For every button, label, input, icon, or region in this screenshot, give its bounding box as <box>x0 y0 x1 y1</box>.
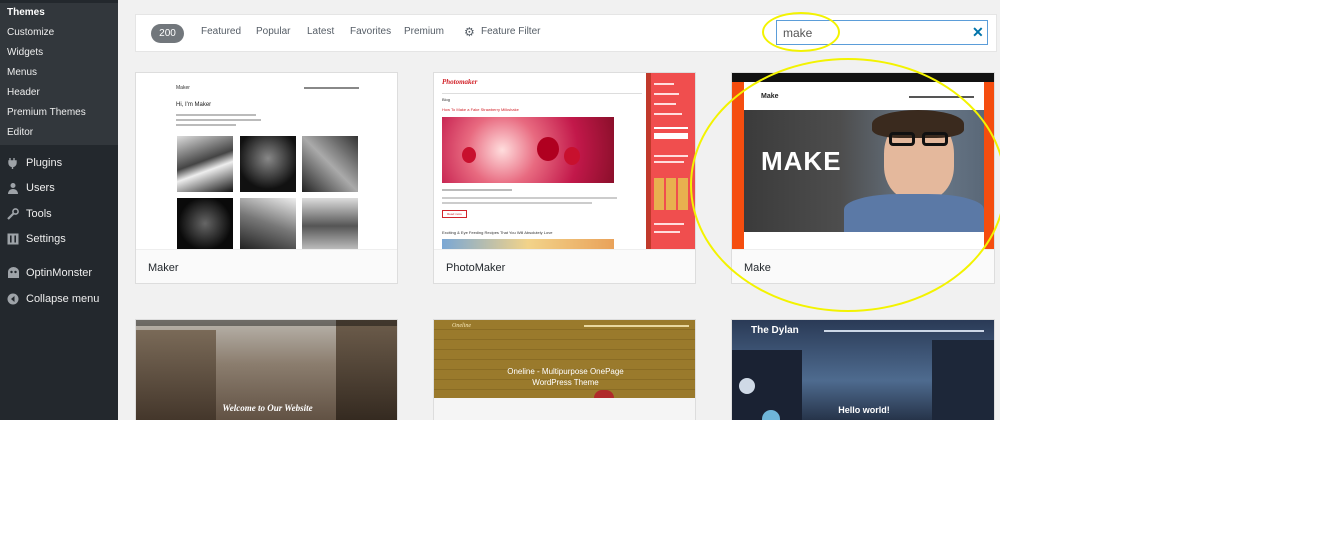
clear-search-icon[interactable]: ✕ <box>972 24 984 41</box>
theme-screenshot: Photomaker Blog How To Make a Fake Straw… <box>434 73 695 249</box>
optinmonster-icon <box>6 266 20 280</box>
submenu-customize[interactable]: Customize <box>0 23 118 43</box>
strawberry-photo <box>442 117 614 183</box>
theme-card-oneline[interactable]: Oneline Oneline - Multipurpose OnePage W… <box>433 319 696 420</box>
preview-logo: Oneline <box>452 323 471 329</box>
gallery-image <box>177 136 233 192</box>
collapse-icon <box>6 292 20 306</box>
preview-nav <box>304 87 359 89</box>
theme-name: PhotoMaker <box>446 262 506 274</box>
gallery-image <box>240 198 296 249</box>
screen: Themes Customize Widgets Menus Header Pr… <box>0 0 1000 420</box>
gallery-image <box>240 136 296 192</box>
preview-hero-line-2: WordPress Theme <box>532 378 599 387</box>
filter-favorites[interactable]: Favorites <box>350 26 391 37</box>
appearance-submenu: Themes Customize Widgets Menus Header Pr… <box>0 3 118 145</box>
sidebar-item-settings[interactable]: Settings <box>0 227 118 251</box>
theme-screenshot: Welcome to Our Website <box>136 320 397 420</box>
submenu-menus[interactable]: Menus <box>0 63 118 83</box>
preview-post-title: How To Make a Fake Strawberry Milkshake <box>442 107 519 112</box>
settings-icon <box>6 232 20 246</box>
submenu-premium-themes[interactable]: Premium Themes <box>0 103 118 123</box>
submenu-themes[interactable]: Themes <box>0 3 118 23</box>
theme-card-maker[interactable]: Maker Hi, I'm Maker Maker <box>135 72 398 284</box>
theme-count-badge: 200 <box>151 24 184 43</box>
wrench-icon <box>6 207 20 221</box>
sidebar-item-tools[interactable]: Tools <box>0 202 118 226</box>
theme-screenshot: Maker Hi, I'm Maker <box>136 73 397 249</box>
preview-hero-line-1: Oneline - Multipurpose OnePage <box>507 367 624 376</box>
theme-screenshot: Oneline Oneline - Multipurpose OnePage W… <box>434 320 695 398</box>
collapse-menu-button[interactable]: Collapse menu <box>0 287 118 311</box>
gear-icon[interactable]: ⚙ <box>464 25 475 39</box>
highlight-ellipse-make-card <box>690 58 1000 312</box>
preview-site-title: Maker <box>176 85 190 91</box>
preview-section: Blog <box>442 97 451 102</box>
submenu-widgets[interactable]: Widgets <box>0 43 118 63</box>
preview-post-title-2: Exciting & Eye Feeding Recipes That You … <box>442 230 553 235</box>
sidebar-item-label: Tools <box>26 208 52 220</box>
preview-nav <box>824 330 984 332</box>
preview-hero-text: Hello world! <box>838 405 890 415</box>
plugin-icon <box>6 156 20 170</box>
highlight-ellipse-search <box>762 12 840 52</box>
feature-filter-button[interactable]: Feature Filter <box>481 26 540 37</box>
submenu-header[interactable]: Header <box>0 83 118 103</box>
theme-screenshot: The Dylan Hello world! <box>732 320 994 420</box>
umbrella-image <box>594 390 614 398</box>
preview-site-title: The Dylan <box>751 325 799 336</box>
sidebar-item-label: Users <box>26 182 55 194</box>
sidebar-item-optinmonster[interactable]: OptinMonster <box>0 261 118 285</box>
sidebar-item-label: Collapse menu <box>26 293 100 305</box>
filter-popular[interactable]: Popular <box>256 26 290 37</box>
read-more-button: Read more <box>442 210 467 218</box>
users-icon <box>6 181 20 195</box>
theme-card-the-dylan[interactable]: The Dylan Hello world! <box>731 319 995 420</box>
gallery-image <box>302 198 358 249</box>
gallery-image <box>302 136 358 192</box>
preview-hero-text: Welcome to Our Website <box>222 403 313 413</box>
theme-card-4[interactable]: Welcome to Our Website <box>135 319 398 420</box>
sidebar-item-label: Settings <box>26 233 66 245</box>
sidebar-item-plugins[interactable]: Plugins <box>0 151 118 175</box>
sidebar-item-users[interactable]: Users <box>0 176 118 200</box>
admin-sidebar: Themes Customize Widgets Menus Header Pr… <box>0 0 118 420</box>
preview-sidebar <box>646 73 695 249</box>
theme-name: Maker <box>148 262 179 274</box>
preview-logo: Photomaker <box>442 78 478 86</box>
filter-featured[interactable]: Featured <box>201 26 241 37</box>
submenu-editor[interactable]: Editor <box>0 123 118 143</box>
theme-card-photomaker[interactable]: Photomaker Blog How To Make a Fake Straw… <box>433 72 696 284</box>
gallery-image <box>177 198 233 249</box>
sidebar-item-label: OptinMonster <box>26 267 93 279</box>
filter-premium[interactable]: Premium <box>404 26 444 37</box>
preview-heading: Hi, I'm Maker <box>176 102 212 108</box>
sidebar-item-label: Plugins <box>26 157 63 169</box>
filter-latest[interactable]: Latest <box>307 26 334 37</box>
